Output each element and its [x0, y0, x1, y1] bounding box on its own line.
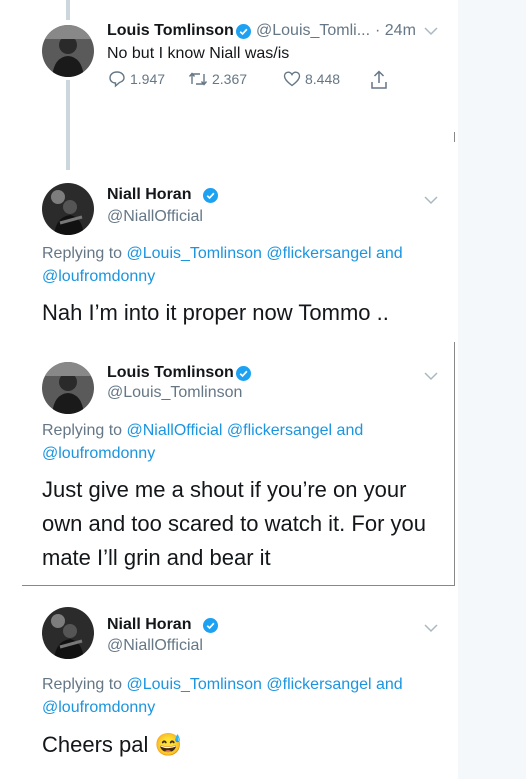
replying-and[interactable]: and: [337, 422, 364, 439]
tweet-text-line: Just give me a shout if you’re on your: [42, 477, 407, 502]
grinning-sweat-emoji-icon: 😅: [154, 732, 182, 757]
verified-badge-icon: [236, 366, 251, 381]
tweet-text: No but I know Niall was/is: [107, 45, 290, 62]
mention-link[interactable]: @flickersangel: [266, 676, 371, 693]
replying-and[interactable]: and: [376, 245, 403, 262]
right-sidebar-strip: [458, 0, 526, 779]
verified-badge-icon: [203, 618, 218, 633]
username[interactable]: @NiallOfficial: [107, 637, 203, 655]
mention-link[interactable]: @loufromdonny: [42, 268, 155, 285]
username[interactable]: @Louis_Tomlinson: [107, 384, 242, 402]
box-border: [22, 585, 455, 586]
tweet-text: Just give me a shout if you’re on your o…: [42, 473, 426, 575]
reply-button[interactable]: 1.947: [108, 70, 165, 88]
display-name[interactable]: Niall Horan: [107, 186, 191, 204]
mention-link[interactable]: @Louis_Tomlinson: [127, 676, 262, 693]
retweet-button[interactable]: 2.367: [188, 70, 247, 88]
verified-badge-icon: [203, 188, 218, 203]
like-count: 8.448: [305, 71, 341, 87]
timestamp[interactable]: · 24m: [375, 22, 416, 40]
mention-link[interactable]: @NiallOfficial: [127, 422, 223, 439]
reply-icon: [109, 71, 125, 88]
box-border: [454, 132, 455, 142]
username[interactable]: @NiallOfficial: [107, 208, 203, 226]
retweet-count: 2.367: [212, 71, 248, 87]
like-button[interactable]: 8.448: [283, 70, 340, 88]
replying-and[interactable]: and: [376, 676, 403, 693]
display-name[interactable]: Louis Tomlinson: [107, 364, 234, 382]
display-name[interactable]: Niall Horan: [107, 616, 191, 634]
replying-to: Replying to @Louis_Tomlinson @flickersan…: [42, 243, 403, 265]
replying-to-cont: @loufromdonny: [42, 443, 155, 465]
retweet-icon: [188, 72, 208, 86]
replying-to: Replying to @NiallOfficial @flickersange…: [42, 420, 363, 442]
replying-prefix: Replying to: [42, 676, 123, 693]
replying-to-cont: @loufromdonny: [42, 266, 155, 288]
tweet-text-line: own and too scared to watch it. For you: [42, 511, 426, 536]
avatar[interactable]: [42, 183, 94, 235]
share-icon[interactable]: [370, 70, 388, 90]
thread-line: [66, 0, 70, 20]
mention-link[interactable]: @loufromdonny: [42, 699, 155, 716]
avatar[interactable]: [42, 607, 94, 659]
heart-icon: [283, 71, 301, 87]
chevron-down-icon[interactable]: [424, 196, 438, 205]
tweet-text-line: mate I’ll grin and bear it: [42, 545, 271, 570]
display-name[interactable]: Louis Tomlinson: [107, 22, 234, 40]
mention-link[interactable]: @flickersangel: [227, 422, 332, 439]
mention-link[interactable]: @flickersangel: [266, 245, 371, 262]
tweet-text: Nah I’m into it proper now Tommo ..: [42, 300, 389, 325]
chevron-down-icon[interactable]: [424, 27, 438, 36]
reply-count: 1.947: [130, 71, 166, 87]
replying-to: Replying to @Louis_Tomlinson @flickersan…: [42, 674, 403, 696]
replying-prefix: Replying to: [42, 422, 123, 439]
mention-link[interactable]: @loufromdonny: [42, 445, 155, 462]
chevron-down-icon[interactable]: [424, 372, 438, 381]
chevron-down-icon[interactable]: [424, 624, 438, 633]
verified-badge-icon: [236, 24, 251, 39]
username[interactable]: @Louis_Tomli...: [256, 22, 370, 40]
thread-line: [66, 80, 70, 170]
replying-prefix: Replying to: [42, 245, 123, 262]
avatar[interactable]: [42, 362, 94, 414]
tweet-text: Cheers pal 😅: [42, 728, 182, 762]
tweet-text-content: Cheers pal: [42, 732, 149, 757]
box-border: [454, 342, 455, 585]
replying-to-cont: @loufromdonny: [42, 697, 155, 719]
avatar[interactable]: [42, 25, 94, 77]
mention-link[interactable]: @Louis_Tomlinson: [127, 245, 262, 262]
